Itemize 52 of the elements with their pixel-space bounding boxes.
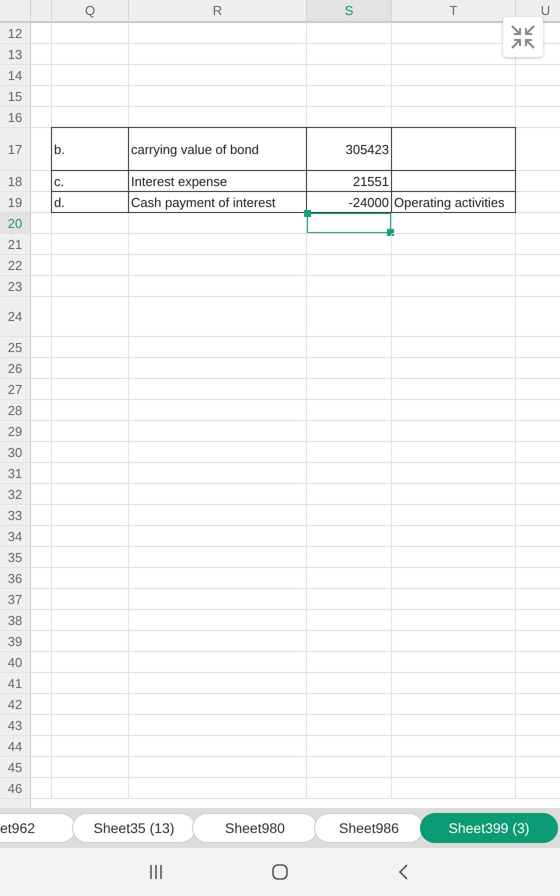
row-header[interactable]: 27 [0,379,31,400]
sheet-tab[interactable]: Sheet980 [192,813,318,843]
row-header[interactable]: 42 [0,694,31,715]
sheet-tab[interactable]: Sheet399 (3) [420,813,558,843]
selection-handle[interactable] [304,210,311,217]
row-header[interactable]: 12 [0,23,31,44]
empty-cell [31,297,52,337]
row-header[interactable]: 43 [0,715,31,736]
row-header[interactable]: 16 [0,107,31,128]
row-header[interactable]: 36 [0,568,31,589]
table-cell: d. [51,191,129,213]
row-header[interactable]: 25 [0,337,31,358]
table-cell: b. [51,127,129,171]
row-header[interactable]: 45 [0,757,31,778]
row-header[interactable]: 28 [0,400,31,421]
row-header[interactable]: 46 [0,778,31,799]
row-header[interactable]: 26 [0,358,31,379]
recent-apps-icon[interactable] [147,863,165,881]
row-header[interactable]: 35 [0,547,31,568]
row-header[interactable]: 17 [0,128,31,171]
row-header[interactable]: 31 [0,463,31,484]
row-header[interactable]: 30 [0,442,31,463]
row-header[interactable]: 33 [0,505,31,526]
row-header[interactable]: 22 [0,255,31,276]
column-header[interactable]: S [307,0,392,21]
sheet-tab[interactable]: et962 [0,813,76,843]
row-header[interactable]: 23 [0,276,31,297]
row-header[interactable]: 38 [0,610,31,631]
row-header[interactable]: 18 [0,171,31,192]
table-cell: Operating activities [391,191,516,213]
selection-handle[interactable] [387,229,394,236]
row-header[interactable]: 29 [0,421,31,442]
collapse-button[interactable] [503,17,543,57]
row-header[interactable]: 32 [0,484,31,505]
home-icon[interactable] [271,863,289,881]
sheet-tab[interactable]: Sheet986 [314,813,424,843]
row-header[interactable]: 19 [0,192,31,213]
row-header[interactable]: 37 [0,589,31,610]
selected-cell[interactable] [307,213,392,234]
row-header[interactable]: 14 [0,65,31,86]
row-header[interactable]: 34 [0,526,31,547]
column-header[interactable]: Q [52,0,129,21]
row-header[interactable]: 20 [0,213,31,234]
row-header[interactable]: 44 [0,736,31,757]
sheet-tab[interactable]: Sheet35 (13) [72,813,196,843]
row-header[interactable]: 21 [0,234,31,255]
row-header[interactable]: 41 [0,673,31,694]
row-header[interactable]: 13 [0,44,31,65]
row-header[interactable]: 39 [0,631,31,652]
row-header[interactable]: 24 [0,297,31,337]
row-header[interactable]: 40 [0,652,31,673]
row-header[interactable]: 15 [0,86,31,107]
